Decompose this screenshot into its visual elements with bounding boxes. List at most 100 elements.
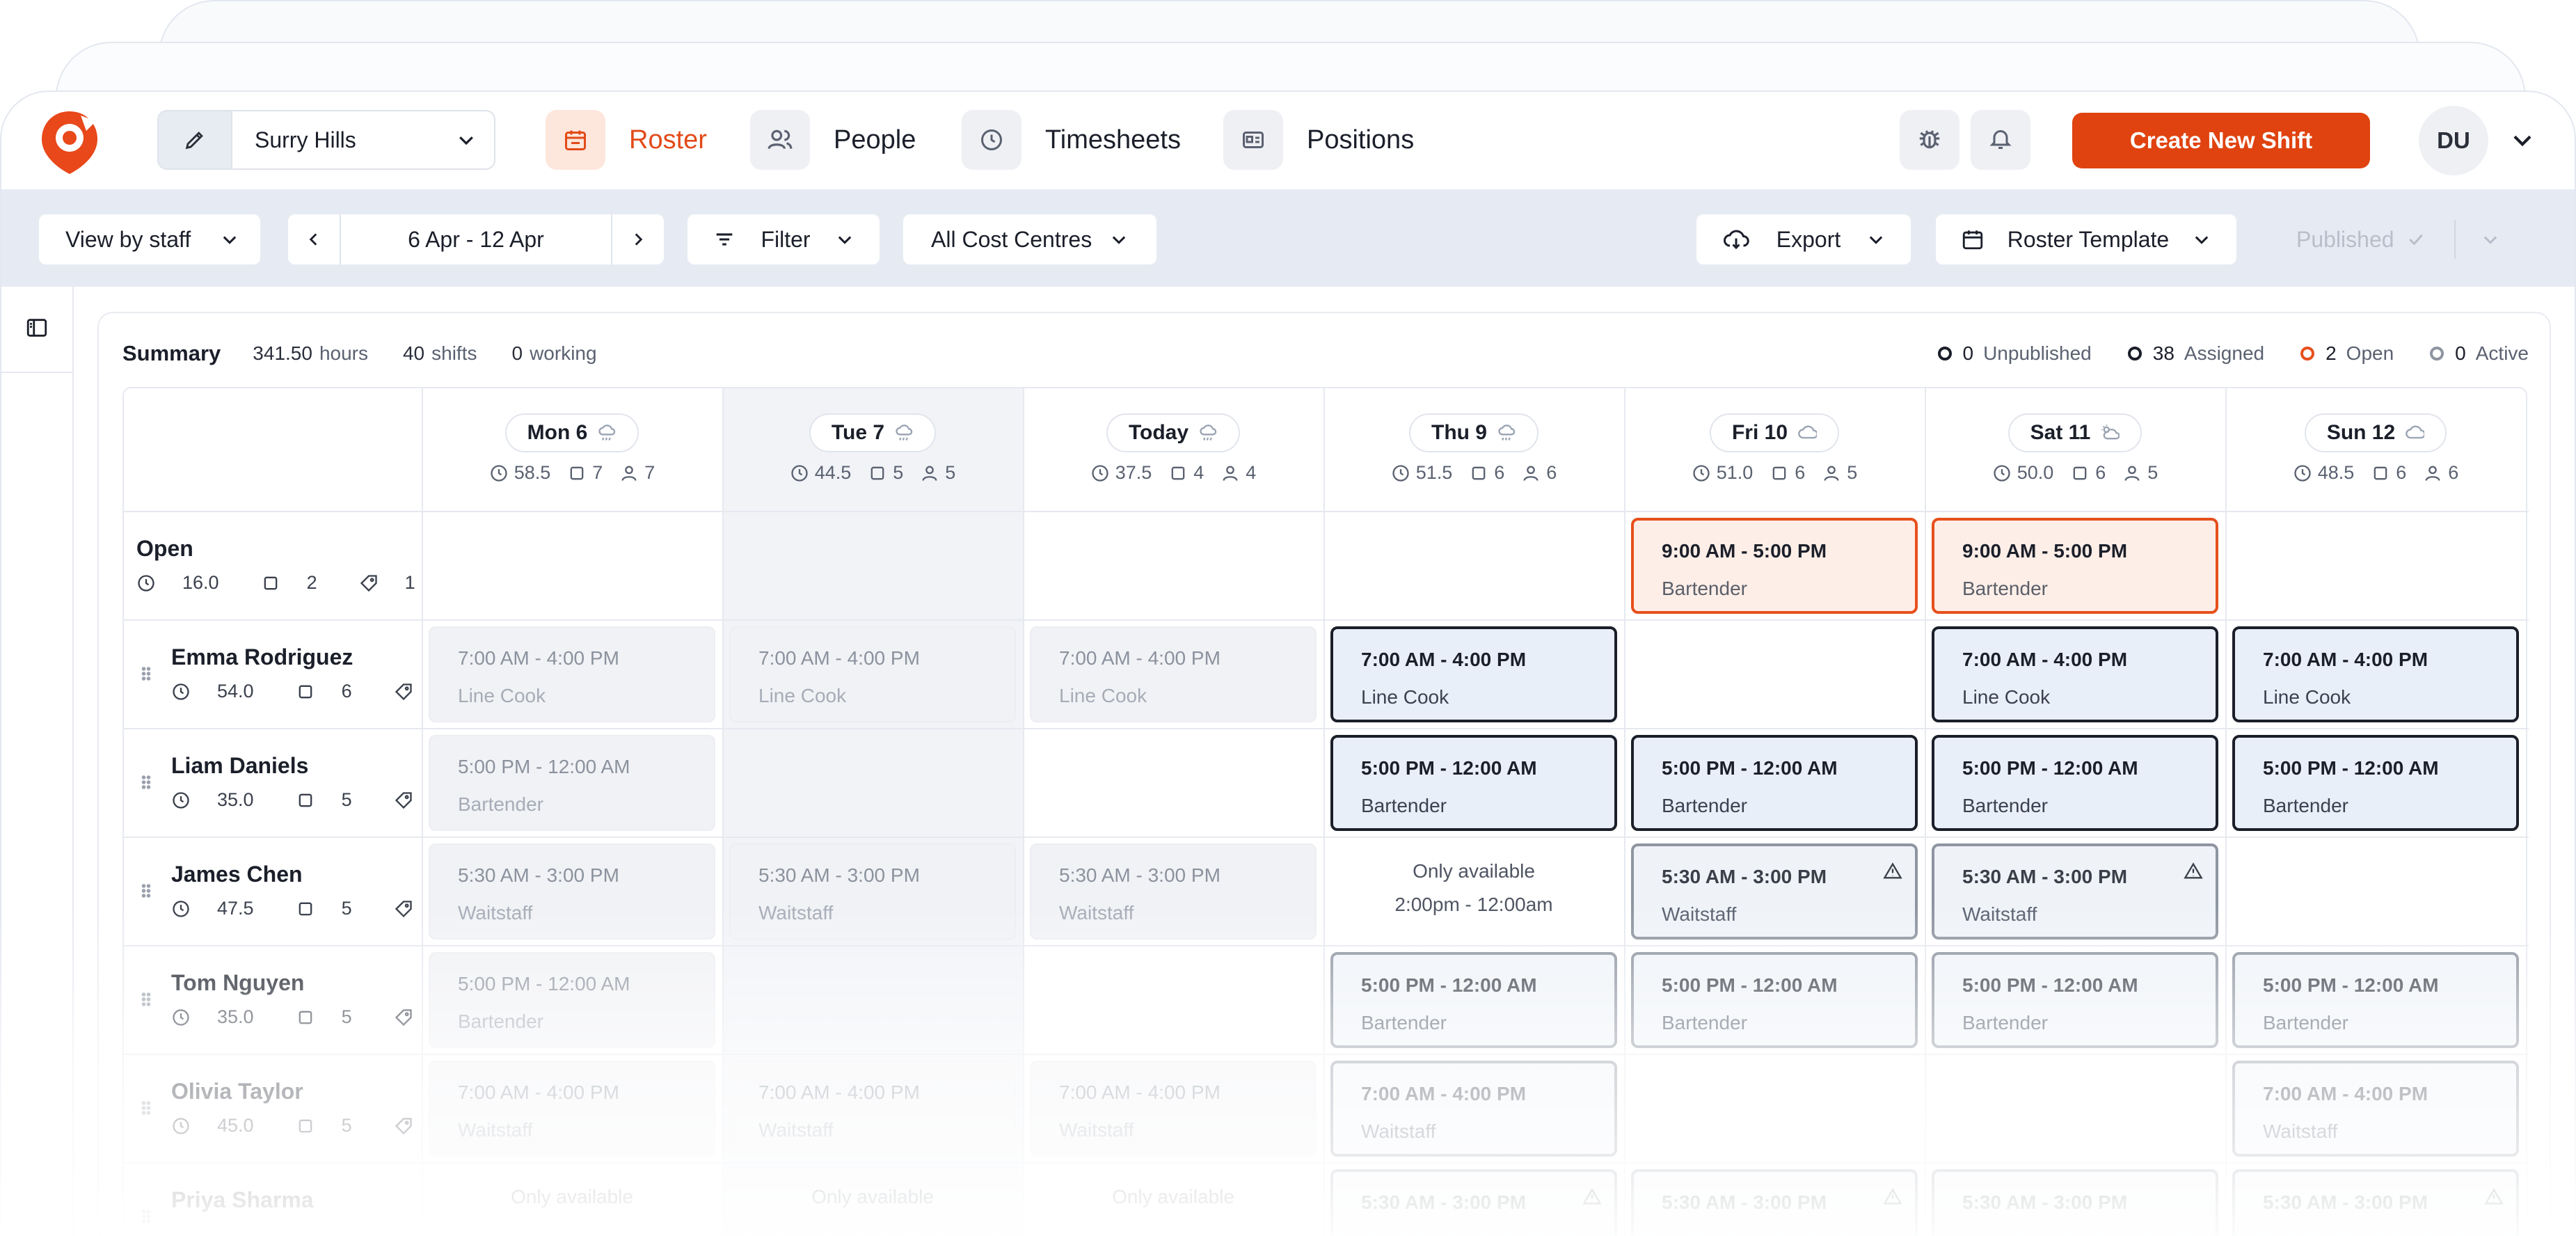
shift-card[interactable]: 7:00 AM - 4:00 PM Waitstaff	[729, 1061, 1016, 1157]
toggle-sidebar-button[interactable]	[1, 287, 72, 373]
shift-card[interactable]: 5:30 AM - 3:00 PM Waitstaff	[729, 843, 1016, 940]
shift-card[interactable]: 5:30 AM - 3:00 PM Waitstaff	[1932, 843, 2218, 940]
shift-card[interactable]: 5:30 AM - 3:00 PM Waitstaff	[429, 843, 715, 940]
location-selector[interactable]: Surry Hills	[157, 110, 495, 170]
day-header-6[interactable]: Sat 11 50.0 6 5	[1925, 388, 2225, 511]
staff-row-header[interactable]: Liam Daniels35.051	[124, 728, 450, 837]
shift-card[interactable]: 5:30 AM - 3:00 PM	[1932, 1169, 2218, 1236]
bug-report-button[interactable]	[1900, 110, 1959, 170]
day-pill[interactable]: Thu 9	[1409, 413, 1539, 452]
shift-card[interactable]: 7:00 AM - 4:00 PM Line Cook	[729, 626, 1016, 722]
staff-hours: 47.5	[171, 898, 275, 919]
date-range-label[interactable]: 6 Apr - 12 Apr	[341, 227, 611, 253]
day-header-2[interactable]: Tue 7 44.5 5 5	[722, 388, 1023, 511]
day-hours-value: 44.5	[814, 462, 852, 483]
publish-button[interactable]: Published	[2270, 214, 2541, 264]
shift-card[interactable]: 5:00 PM - 12:00 AM Bartender	[1631, 735, 1918, 831]
staff-hours-value: 54.0	[217, 681, 254, 702]
drag-handle-icon[interactable]	[136, 1098, 156, 1121]
shift-card[interactable]: 7:00 AM - 4:00 PM Waitstaff	[1030, 1061, 1317, 1157]
staff-row-header[interactable]: Priya Sharma	[124, 1162, 422, 1236]
day-header-7[interactable]: Sun 12 48.5 6 6	[2225, 388, 2526, 511]
chevron-down-icon[interactable]	[2509, 127, 2536, 157]
chevron-down-icon[interactable]	[2481, 230, 2500, 249]
cost-centres-dropdown[interactable]: All Cost Centres	[903, 214, 1156, 264]
shift-card[interactable]: 7:00 AM - 4:00 PM Line Cook	[1932, 626, 2218, 722]
availability-note: Only available 2:00pm - 12:00am	[1323, 855, 1624, 921]
shift-card[interactable]: 5:00 PM - 12:00 AM Bartender	[1932, 952, 2218, 1048]
staff-row-header[interactable]: Emma Rodriguez54.061	[124, 619, 450, 728]
shift-card[interactable]: 5:30 AM - 3:00 PM	[2232, 1169, 2519, 1236]
shift-card[interactable]: 7:00 AM - 4:00 PM Line Cook	[1030, 626, 1317, 722]
shift-card[interactable]: 5:00 PM - 12:00 AM Bartender	[2232, 952, 2519, 1048]
summary-hours-value: 341.50	[253, 342, 312, 364]
shift-card[interactable]: 5:00 PM - 12:00 AM Bartender	[1631, 952, 1918, 1048]
shift-card[interactable]: 5:30 AM - 3:00 PM	[1631, 1169, 1918, 1236]
published-label: Published	[2296, 226, 2394, 252]
shift-card[interactable]: 5:00 PM - 12:00 AM Bartender	[1330, 952, 1617, 1048]
shift-card[interactable]: 5:30 AM - 3:00 PM	[1330, 1169, 1617, 1236]
shift-time: 5:30 AM - 3:00 PM	[758, 864, 920, 886]
create-new-shift-button[interactable]: Create New Shift	[2072, 113, 2370, 168]
day-header-1[interactable]: Mon 6 58.5 7 7	[422, 388, 722, 511]
day-pill[interactable]: Tue 7	[809, 413, 937, 452]
shift-role: Bartender	[1962, 578, 2048, 599]
shift-card[interactable]: 5:00 PM - 12:00 AM Bartender	[1932, 735, 2218, 831]
drag-handle-icon[interactable]	[136, 664, 156, 687]
edit-pencil-icon[interactable]	[159, 111, 232, 168]
roster-template-label: Roster Template	[2007, 226, 2170, 252]
filter-dropdown[interactable]: Filter	[687, 214, 880, 264]
shift-card[interactable]: 7:00 AM - 4:00 PM Line Cook	[429, 626, 715, 722]
view-by-staff-dropdown[interactable]: View by staff	[39, 214, 260, 264]
next-week-button[interactable]	[611, 214, 664, 264]
day-pill[interactable]: Sat 11	[2007, 413, 2142, 452]
staff-row-header[interactable]: Olivia Taylor45.051	[124, 1054, 450, 1162]
nav-positions[interactable]: Positions	[1223, 110, 1414, 170]
summary-shifts-label: shifts	[431, 342, 477, 364]
nav-people[interactable]: People	[750, 110, 916, 170]
shift-card[interactable]: 9:00 AM - 5:00 PM Bartender	[1631, 518, 1918, 614]
nav-timesheets-label: Timesheets	[1045, 125, 1181, 154]
day-pill[interactable]: Sun 12	[2304, 413, 2447, 452]
status-dot-icon	[1937, 347, 1952, 360]
shift-card[interactable]: 5:00 PM - 12:00 AM Bartender	[429, 952, 715, 1048]
staff-row-header[interactable]: James Chen47.551	[124, 837, 450, 945]
shift-card[interactable]: 7:00 AM - 4:00 PM Waitstaff	[2232, 1061, 2519, 1157]
staff-hours: 35.0	[171, 1006, 275, 1028]
avatar[interactable]: DU	[2419, 106, 2488, 175]
notifications-button[interactable]	[1971, 110, 2030, 170]
shift-card[interactable]: 9:00 AM - 5:00 PM Bartender	[1932, 518, 2218, 614]
day-shifts-value: 6	[2396, 462, 2407, 483]
shift-card[interactable]: 5:00 PM - 12:00 AM Bartender	[429, 735, 715, 831]
brand-logo-icon[interactable]	[38, 107, 102, 177]
drag-handle-icon[interactable]	[136, 881, 156, 904]
shift-card[interactable]: 7:00 AM - 4:00 PM Line Cook	[2232, 626, 2519, 722]
day-header-5[interactable]: Fri 10 51.0 6 5	[1624, 388, 1925, 511]
day-pill[interactable]: Fri 10	[1709, 413, 1840, 452]
day-pill[interactable]: Mon 6	[504, 413, 639, 452]
drag-handle-icon[interactable]	[136, 990, 156, 1013]
staff-row-header[interactable]: Tom Nguyen35.051	[124, 945, 450, 1054]
date-range-navigator: 6 Apr - 12 Apr	[288, 214, 664, 264]
export-dropdown[interactable]: Export	[1696, 214, 1911, 264]
nav-roster[interactable]: Roster	[546, 110, 707, 170]
day-stats: 51.0 6 5	[1683, 462, 1866, 484]
column-divider	[422, 388, 423, 1236]
shift-card[interactable]: 5:00 PM - 12:00 AM Bartender	[1330, 735, 1617, 831]
nav-timesheets[interactable]: Timesheets	[962, 110, 1181, 170]
day-header-4[interactable]: Thu 9 51.5 6 6	[1323, 388, 1624, 511]
shift-card[interactable]: 5:30 AM - 3:00 PM Waitstaff	[1631, 843, 1918, 940]
drag-handle-icon[interactable]	[136, 772, 156, 795]
shift-card[interactable]: 7:00 AM - 4:00 PM Line Cook	[1330, 626, 1617, 722]
day-header-3[interactable]: Today 37.5 4 4	[1023, 388, 1323, 511]
shift-card[interactable]: 7:00 AM - 4:00 PM Waitstaff	[429, 1061, 715, 1157]
drag-handle-icon[interactable]	[136, 1207, 156, 1230]
shift-role: Bartender	[1361, 1012, 1447, 1033]
day-pill[interactable]: Today	[1106, 413, 1241, 452]
previous-week-button[interactable]	[288, 214, 341, 264]
shift-card[interactable]: 7:00 AM - 4:00 PM Waitstaff	[1330, 1061, 1617, 1157]
roster-template-dropdown[interactable]: Roster Template	[1936, 214, 2236, 264]
shift-card[interactable]: 5:00 PM - 12:00 AM Bartender	[2232, 735, 2519, 831]
shift-card[interactable]: 5:30 AM - 3:00 PM Waitstaff	[1030, 843, 1317, 940]
open-shifts-row-header[interactable]: Open 16.0 2 1	[124, 511, 422, 619]
